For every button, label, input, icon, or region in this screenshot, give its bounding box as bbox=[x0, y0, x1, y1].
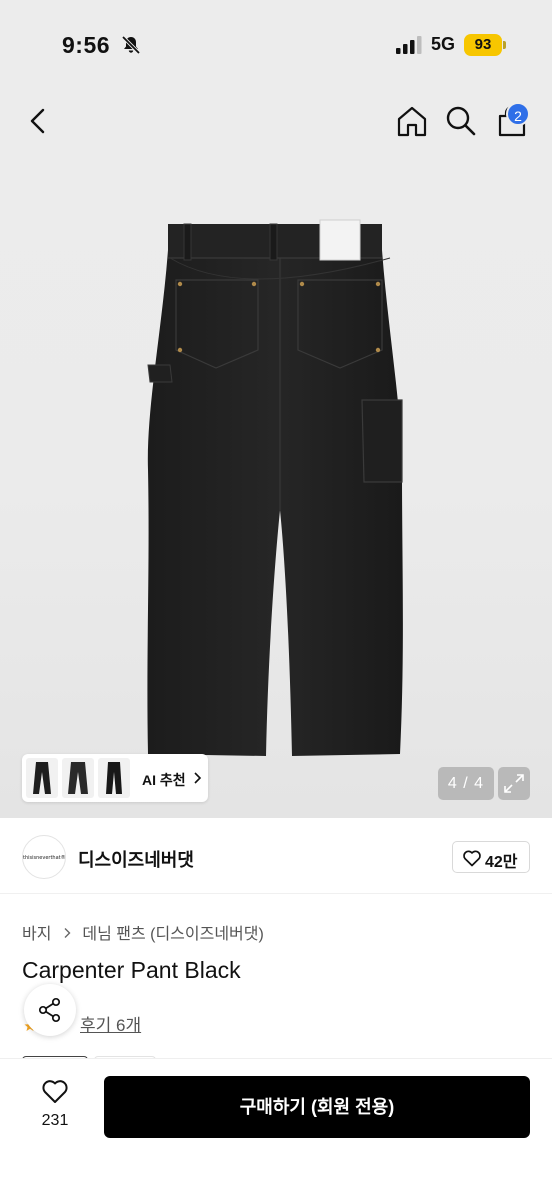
chevron-right-icon bbox=[194, 772, 202, 784]
brand-logo[interactable]: thisisneverthat® bbox=[22, 835, 66, 879]
cart-count-badge: 2 bbox=[506, 102, 530, 126]
thumbnail-1[interactable] bbox=[26, 758, 58, 798]
battery-cap bbox=[503, 41, 506, 49]
brand-name[interactable]: 디스이즈네버댓 bbox=[78, 846, 194, 872]
share-icon bbox=[38, 997, 61, 1023]
ai-recommend-strip[interactable]: AI 추천 bbox=[22, 754, 208, 802]
search-icon[interactable] bbox=[444, 104, 478, 138]
battery-icon: 93 bbox=[464, 34, 502, 56]
home-icon[interactable] bbox=[394, 104, 430, 140]
product-title: Carpenter Pant Black bbox=[22, 957, 241, 983]
heart-icon bbox=[42, 1080, 68, 1103]
thumbnail-3[interactable] bbox=[98, 758, 130, 798]
brand-like-button[interactable]: 42만 bbox=[452, 841, 530, 873]
network-label: 5G bbox=[431, 34, 456, 54]
buy-button[interactable]: 구매하기 (회원 전용) bbox=[104, 1076, 530, 1138]
heart-icon bbox=[463, 850, 481, 867]
ai-recommend-label[interactable]: AI 추천 bbox=[142, 770, 186, 790]
expand-icon bbox=[504, 774, 524, 793]
bell-slash-icon bbox=[121, 35, 141, 55]
wishlist-count: 231 bbox=[41, 1112, 69, 1129]
wishlist-button[interactable]: 231 bbox=[30, 1078, 80, 1134]
status-bar: 9:56 5G 93 bbox=[0, 0, 552, 90]
divider bbox=[0, 893, 552, 894]
share-button[interactable] bbox=[24, 984, 76, 1036]
breadcrumb: 바지 데님 팬츠 (디스이즈네버댓) bbox=[22, 920, 264, 944]
image-counter: 4 / 4 bbox=[438, 767, 494, 800]
brand-like-count: 42만 bbox=[485, 854, 518, 871]
signal-icon bbox=[396, 36, 422, 54]
status-time: 9:56 bbox=[62, 32, 111, 58]
back-icon[interactable] bbox=[22, 104, 56, 138]
expand-button[interactable] bbox=[498, 767, 530, 800]
breadcrumb-item-category[interactable]: 바지 bbox=[22, 926, 51, 943]
product-image[interactable] bbox=[120, 210, 440, 770]
breadcrumb-item-subcategory[interactable]: 데님 팬츠 (디스이즈네버댓) bbox=[82, 926, 263, 943]
thumbnail-2[interactable] bbox=[62, 758, 94, 798]
chevron-right-icon bbox=[64, 928, 71, 938]
review-link[interactable]: 후기 6개 bbox=[80, 1011, 141, 1036]
